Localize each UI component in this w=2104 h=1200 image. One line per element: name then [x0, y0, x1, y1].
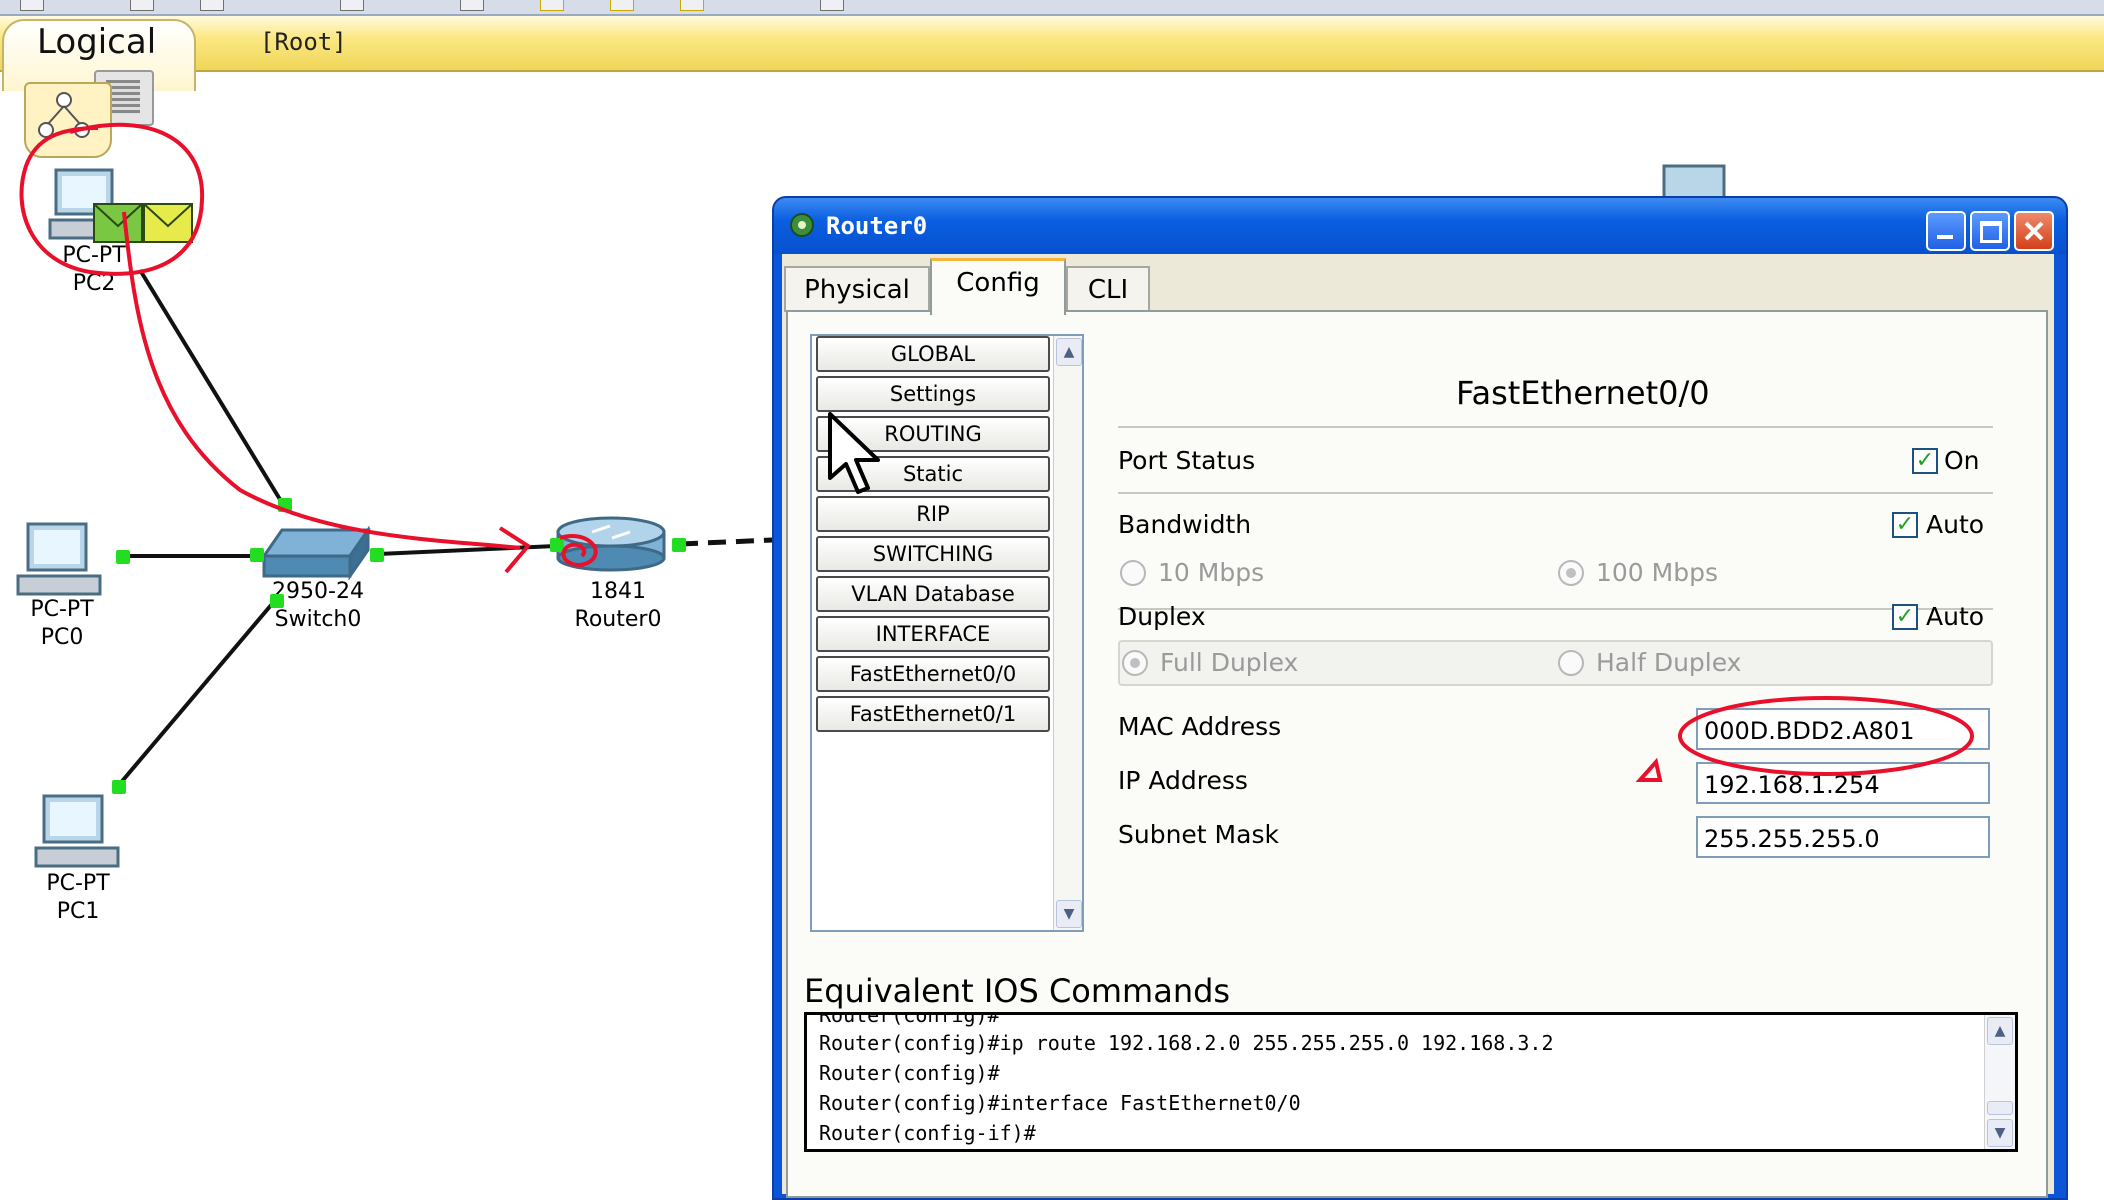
- annotation-path-arrow: [122, 211, 521, 550]
- annotation-scribble-router: [559, 534, 598, 567]
- annotation-mark-mac: [1635, 757, 1663, 782]
- annotation-circle-mac: [1678, 696, 1974, 776]
- tab-config[interactable]: Config: [930, 258, 1066, 315]
- annotation-circle-pc2: [19, 122, 205, 276]
- annotation-arrowhead: [498, 526, 531, 574]
- annotation-overlay: [19, 122, 1974, 782]
